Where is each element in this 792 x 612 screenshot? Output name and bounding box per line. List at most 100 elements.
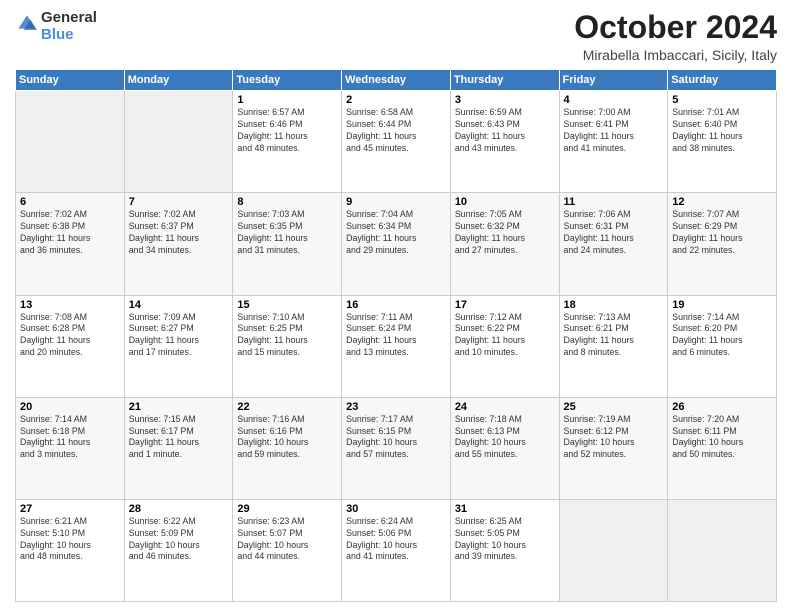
day-info: Sunrise: 7:07 AM Sunset: 6:29 PM Dayligh…	[672, 209, 772, 257]
day-cell: 11Sunrise: 7:06 AM Sunset: 6:31 PM Dayli…	[559, 193, 668, 295]
day-info: Sunrise: 7:05 AM Sunset: 6:32 PM Dayligh…	[455, 209, 555, 257]
week-row-2: 6Sunrise: 7:02 AM Sunset: 6:38 PM Daylig…	[16, 193, 777, 295]
day-cell: 15Sunrise: 7:10 AM Sunset: 6:25 PM Dayli…	[233, 295, 342, 397]
day-cell: 30Sunrise: 6:24 AM Sunset: 5:06 PM Dayli…	[342, 499, 451, 601]
day-number: 21	[129, 401, 229, 413]
day-info: Sunrise: 7:15 AM Sunset: 6:17 PM Dayligh…	[129, 414, 229, 462]
day-info: Sunrise: 6:25 AM Sunset: 5:05 PM Dayligh…	[455, 516, 555, 564]
day-info: Sunrise: 7:01 AM Sunset: 6:40 PM Dayligh…	[672, 107, 772, 155]
day-number: 11	[564, 196, 664, 208]
logo: General Blue	[15, 10, 97, 43]
day-cell	[124, 91, 233, 193]
day-info: Sunrise: 7:04 AM Sunset: 6:34 PM Dayligh…	[346, 209, 446, 257]
day-info: Sunrise: 7:20 AM Sunset: 6:11 PM Dayligh…	[672, 414, 772, 462]
day-number: 29	[237, 503, 337, 515]
calendar-body: 1Sunrise: 6:57 AM Sunset: 6:46 PM Daylig…	[16, 91, 777, 602]
logo-blue: Blue	[41, 27, 97, 44]
day-cell: 2Sunrise: 6:58 AM Sunset: 6:44 PM Daylig…	[342, 91, 451, 193]
day-cell: 4Sunrise: 7:00 AM Sunset: 6:41 PM Daylig…	[559, 91, 668, 193]
day-number: 3	[455, 94, 555, 106]
day-info: Sunrise: 6:22 AM Sunset: 5:09 PM Dayligh…	[129, 516, 229, 564]
col-header-tuesday: Tuesday	[233, 70, 342, 91]
day-number: 27	[20, 503, 120, 515]
day-info: Sunrise: 7:19 AM Sunset: 6:12 PM Dayligh…	[564, 414, 664, 462]
day-info: Sunrise: 7:00 AM Sunset: 6:41 PM Dayligh…	[564, 107, 664, 155]
day-number: 28	[129, 503, 229, 515]
day-info: Sunrise: 7:02 AM Sunset: 6:37 PM Dayligh…	[129, 209, 229, 257]
day-number: 12	[672, 196, 772, 208]
day-info: Sunrise: 7:12 AM Sunset: 6:22 PM Dayligh…	[455, 312, 555, 360]
col-header-sunday: Sunday	[16, 70, 125, 91]
day-cell: 12Sunrise: 7:07 AM Sunset: 6:29 PM Dayli…	[668, 193, 777, 295]
day-number: 22	[237, 401, 337, 413]
day-cell: 29Sunrise: 6:23 AM Sunset: 5:07 PM Dayli…	[233, 499, 342, 601]
day-info: Sunrise: 6:58 AM Sunset: 6:44 PM Dayligh…	[346, 107, 446, 155]
day-info: Sunrise: 6:23 AM Sunset: 5:07 PM Dayligh…	[237, 516, 337, 564]
day-info: Sunrise: 7:18 AM Sunset: 6:13 PM Dayligh…	[455, 414, 555, 462]
col-header-saturday: Saturday	[668, 70, 777, 91]
day-info: Sunrise: 7:10 AM Sunset: 6:25 PM Dayligh…	[237, 312, 337, 360]
day-cell: 26Sunrise: 7:20 AM Sunset: 6:11 PM Dayli…	[668, 397, 777, 499]
day-info: Sunrise: 6:24 AM Sunset: 5:06 PM Dayligh…	[346, 516, 446, 564]
day-cell: 20Sunrise: 7:14 AM Sunset: 6:18 PM Dayli…	[16, 397, 125, 499]
day-cell: 22Sunrise: 7:16 AM Sunset: 6:16 PM Dayli…	[233, 397, 342, 499]
day-cell: 16Sunrise: 7:11 AM Sunset: 6:24 PM Dayli…	[342, 295, 451, 397]
day-number: 30	[346, 503, 446, 515]
day-number: 2	[346, 94, 446, 106]
day-info: Sunrise: 7:14 AM Sunset: 6:20 PM Dayligh…	[672, 312, 772, 360]
day-cell	[16, 91, 125, 193]
day-number: 20	[20, 401, 120, 413]
day-number: 31	[455, 503, 555, 515]
day-info: Sunrise: 7:14 AM Sunset: 6:18 PM Dayligh…	[20, 414, 120, 462]
day-number: 26	[672, 401, 772, 413]
col-header-wednesday: Wednesday	[342, 70, 451, 91]
week-row-1: 1Sunrise: 6:57 AM Sunset: 6:46 PM Daylig…	[16, 91, 777, 193]
day-number: 8	[237, 196, 337, 208]
col-header-monday: Monday	[124, 70, 233, 91]
day-info: Sunrise: 7:13 AM Sunset: 6:21 PM Dayligh…	[564, 312, 664, 360]
day-cell	[559, 499, 668, 601]
month-title: October 2024	[574, 10, 777, 45]
day-number: 18	[564, 299, 664, 311]
day-cell: 7Sunrise: 7:02 AM Sunset: 6:37 PM Daylig…	[124, 193, 233, 295]
day-cell: 14Sunrise: 7:09 AM Sunset: 6:27 PM Dayli…	[124, 295, 233, 397]
day-number: 6	[20, 196, 120, 208]
col-header-thursday: Thursday	[450, 70, 559, 91]
day-cell: 3Sunrise: 6:59 AM Sunset: 6:43 PM Daylig…	[450, 91, 559, 193]
day-info: Sunrise: 7:09 AM Sunset: 6:27 PM Dayligh…	[129, 312, 229, 360]
day-number: 19	[672, 299, 772, 311]
day-number: 15	[237, 299, 337, 311]
title-block: October 2024 Mirabella Imbaccari, Sicily…	[574, 10, 777, 63]
day-info: Sunrise: 7:02 AM Sunset: 6:38 PM Dayligh…	[20, 209, 120, 257]
day-number: 23	[346, 401, 446, 413]
day-cell: 10Sunrise: 7:05 AM Sunset: 6:32 PM Dayli…	[450, 193, 559, 295]
day-info: Sunrise: 6:21 AM Sunset: 5:10 PM Dayligh…	[20, 516, 120, 564]
page: General Blue October 2024 Mirabella Imba…	[0, 0, 792, 612]
day-info: Sunrise: 7:03 AM Sunset: 6:35 PM Dayligh…	[237, 209, 337, 257]
day-cell: 8Sunrise: 7:03 AM Sunset: 6:35 PM Daylig…	[233, 193, 342, 295]
day-info: Sunrise: 7:08 AM Sunset: 6:28 PM Dayligh…	[20, 312, 120, 360]
day-cell: 27Sunrise: 6:21 AM Sunset: 5:10 PM Dayli…	[16, 499, 125, 601]
day-number: 9	[346, 196, 446, 208]
day-info: Sunrise: 7:06 AM Sunset: 6:31 PM Dayligh…	[564, 209, 664, 257]
day-cell: 6Sunrise: 7:02 AM Sunset: 6:38 PM Daylig…	[16, 193, 125, 295]
day-cell: 13Sunrise: 7:08 AM Sunset: 6:28 PM Dayli…	[16, 295, 125, 397]
day-info: Sunrise: 7:11 AM Sunset: 6:24 PM Dayligh…	[346, 312, 446, 360]
day-cell: 24Sunrise: 7:18 AM Sunset: 6:13 PM Dayli…	[450, 397, 559, 499]
day-number: 25	[564, 401, 664, 413]
day-cell	[668, 499, 777, 601]
day-number: 7	[129, 196, 229, 208]
calendar-header: SundayMondayTuesdayWednesdayThursdayFrid…	[16, 70, 777, 91]
col-header-friday: Friday	[559, 70, 668, 91]
day-info: Sunrise: 6:59 AM Sunset: 6:43 PM Dayligh…	[455, 107, 555, 155]
day-number: 4	[564, 94, 664, 106]
day-cell: 18Sunrise: 7:13 AM Sunset: 6:21 PM Dayli…	[559, 295, 668, 397]
day-info: Sunrise: 7:16 AM Sunset: 6:16 PM Dayligh…	[237, 414, 337, 462]
day-cell: 31Sunrise: 6:25 AM Sunset: 5:05 PM Dayli…	[450, 499, 559, 601]
logo-general: General	[41, 10, 97, 27]
day-info: Sunrise: 6:57 AM Sunset: 6:46 PM Dayligh…	[237, 107, 337, 155]
day-number: 14	[129, 299, 229, 311]
day-number: 16	[346, 299, 446, 311]
day-cell: 28Sunrise: 6:22 AM Sunset: 5:09 PM Dayli…	[124, 499, 233, 601]
day-number: 5	[672, 94, 772, 106]
